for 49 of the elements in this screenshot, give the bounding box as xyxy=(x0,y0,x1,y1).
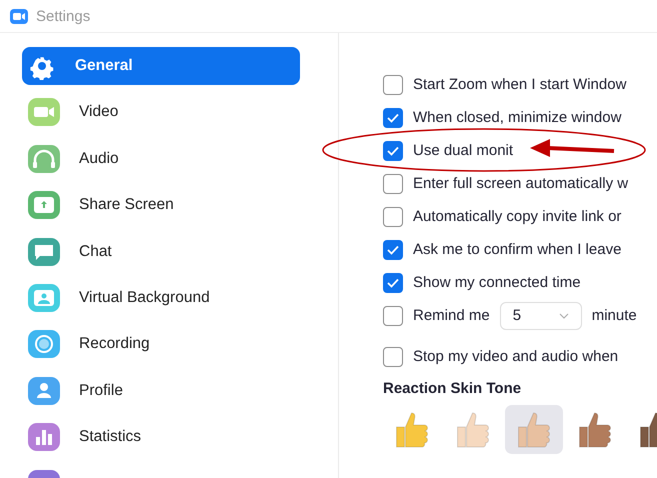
sidebar-item[interactable]: Profile xyxy=(22,372,300,410)
check-icon xyxy=(387,146,399,156)
checkbox[interactable] xyxy=(383,108,403,128)
bar-chart-icon xyxy=(28,423,60,452)
thumbs-up-icon xyxy=(456,412,490,448)
check-icon xyxy=(387,112,399,122)
caret-icon xyxy=(558,312,569,318)
sidebar-item[interactable]: Recording xyxy=(22,325,300,364)
checkbox[interactable] xyxy=(383,306,403,326)
video-camera-icon xyxy=(28,98,60,126)
check-icon xyxy=(387,244,399,254)
sidebar-item[interactable]: Video xyxy=(22,93,300,132)
option-label: Show my connected time xyxy=(413,274,581,291)
person-frame-icon xyxy=(28,284,60,312)
option-label: Ask me to confirm when I leave xyxy=(413,241,622,258)
person-icon xyxy=(28,376,60,405)
window-title: Settings xyxy=(36,8,90,24)
option-label: Automatically copy invite link or xyxy=(413,208,622,225)
section-heading: Reaction Skin Tone xyxy=(383,380,522,397)
option-label: Start Zoom when I start Window xyxy=(413,76,626,93)
checkbox[interactable] xyxy=(383,74,403,94)
checkbox[interactable] xyxy=(383,346,403,366)
checkbox[interactable] xyxy=(383,240,403,260)
thumbs-up-icon xyxy=(518,412,550,448)
checkbox[interactable] xyxy=(383,206,403,226)
record-icon xyxy=(28,330,60,358)
chat-bubble-icon xyxy=(28,238,60,266)
checkbox[interactable] xyxy=(383,174,403,194)
sidebar-item[interactable]: Statistics xyxy=(22,418,300,456)
check-icon xyxy=(387,278,399,288)
sidebar-item[interactable]: Virtual Background xyxy=(22,278,300,317)
option-label: Stop my video and audio when xyxy=(413,348,618,365)
option-label: When closed, minimize window xyxy=(413,109,622,126)
option-label: minute xyxy=(592,307,637,324)
option-label: Use dual monit xyxy=(413,142,514,159)
thumbs-up-icon xyxy=(396,412,428,448)
minutes-dropdown[interactable]: 5 xyxy=(500,302,582,330)
sidebar-item[interactable]: Audio xyxy=(22,140,300,178)
sidebar-item[interactable]: Chat xyxy=(22,232,300,271)
checkbox[interactable] xyxy=(383,140,403,160)
app-logo-icon xyxy=(10,8,28,24)
sidebar-item[interactable]: General xyxy=(22,47,300,85)
checkbox[interactable] xyxy=(383,272,403,292)
option-label: Enter full screen automatically w xyxy=(413,175,628,192)
sidebar-item[interactable]: Share Screen xyxy=(22,186,300,224)
share-screen-icon xyxy=(28,191,60,220)
option-label: Remind me xyxy=(413,307,490,324)
headphones-icon xyxy=(28,144,60,173)
thumbs-up-icon xyxy=(578,412,612,448)
